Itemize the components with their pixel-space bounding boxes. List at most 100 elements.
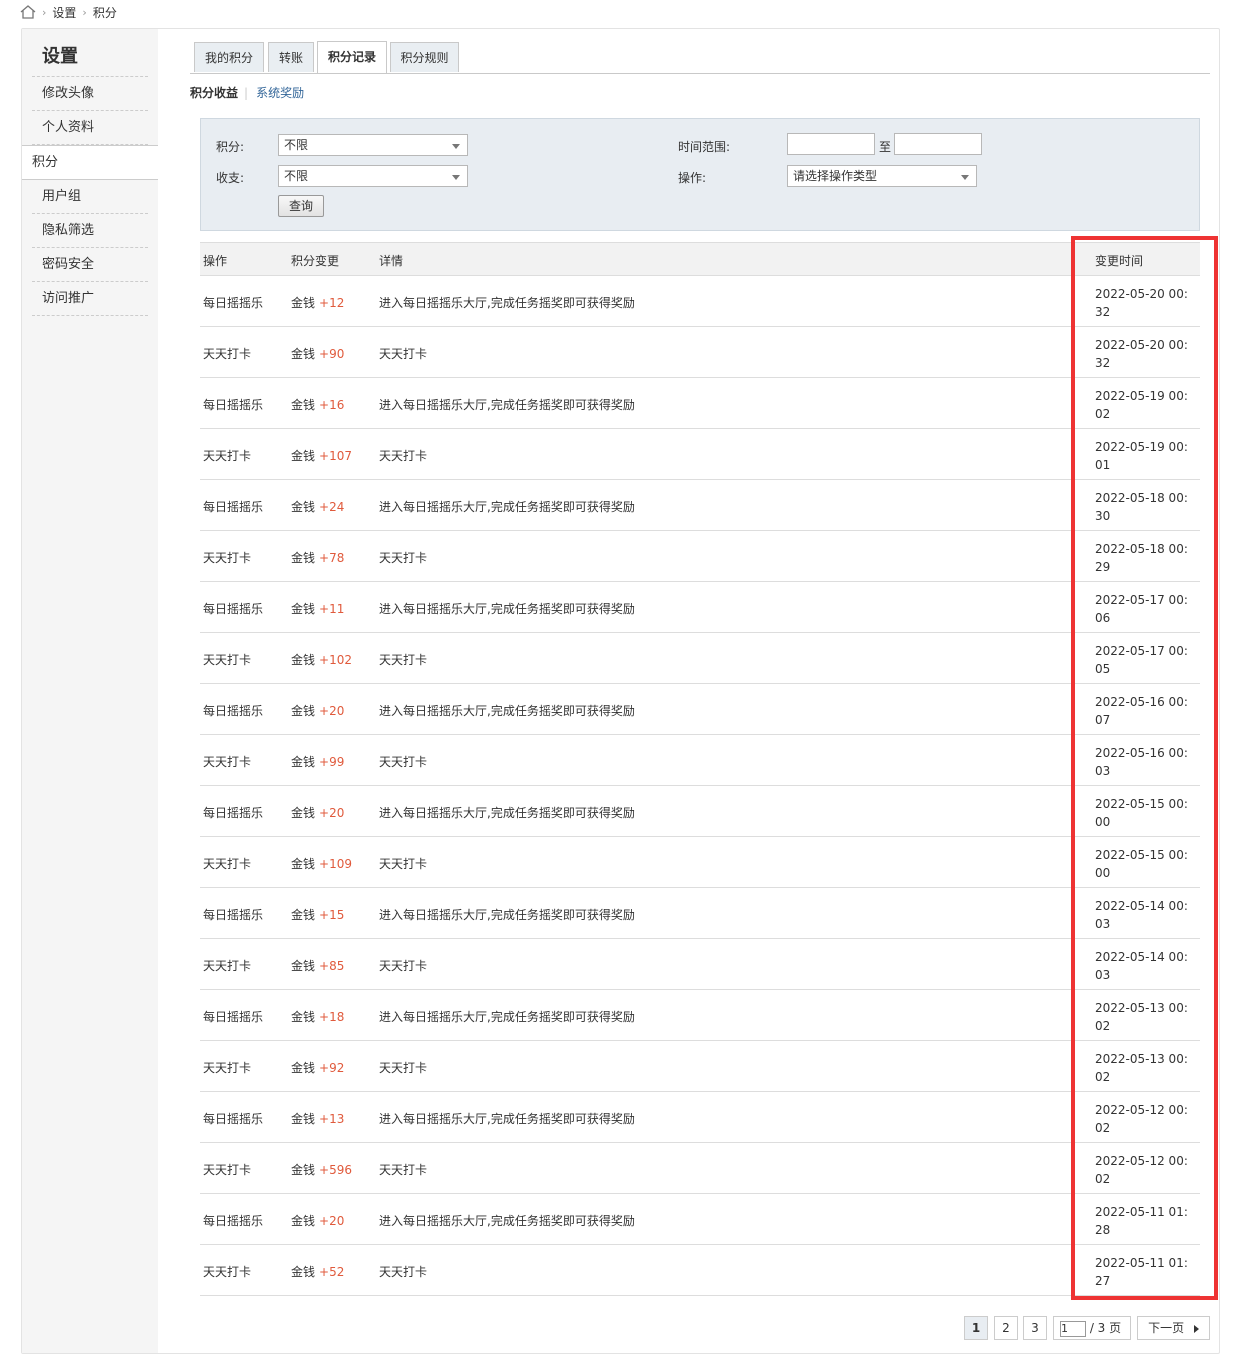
row-change: 金钱 +20 (291, 804, 344, 821)
row-change: 金钱 +99 (291, 753, 344, 770)
sidebar-item-password[interactable]: 密码安全 (32, 248, 148, 282)
operation-label: 操作: (678, 171, 707, 185)
row-change: 金钱 +24 (291, 498, 344, 515)
chevron-down-icon (452, 144, 460, 149)
row-operation: 天天打卡 (203, 1061, 252, 1075)
row-change: 金钱 +52 (291, 1263, 344, 1280)
time-start-input[interactable] (787, 133, 875, 155)
next-page-label: 下一页 (1148, 1321, 1185, 1335)
row-change: 金钱 +15 (291, 906, 344, 923)
tab-points-rules[interactable]: 积分规则 (390, 42, 459, 72)
home-icon[interactable] (20, 5, 36, 19)
row-time: 2022-05-18 00:29 (1095, 542, 1188, 574)
points-filter-label: 积分: (216, 140, 245, 154)
table-row: 天天打卡 金钱 +78 天天打卡 2022-05-18 00:29 (200, 531, 1200, 582)
row-change: 金钱 +13 (291, 1110, 344, 1127)
page-3-button[interactable]: 3 (1023, 1316, 1047, 1340)
row-amount: +85 (319, 959, 345, 973)
table-row: 每日摇摇乐 金钱 +20 进入每日摇摇乐大厅,完成任务摇奖即可获得奖励 2022-05-… (200, 1194, 1200, 1245)
time-end-input[interactable] (894, 133, 982, 155)
row-detail: 进入每日摇摇乐大厅,完成任务摇奖即可获得奖励 (379, 704, 635, 718)
row-amount: +20 (319, 704, 345, 718)
table-row: 每日摇摇乐 金钱 +18 进入每日摇摇乐大厅,完成任务摇奖即可获得奖励 2022-05-… (200, 990, 1200, 1041)
breadcrumb-points: 积分 (92, 5, 117, 20)
row-detail: 进入每日摇摇乐大厅,完成任务摇奖即可获得奖励 (379, 602, 635, 616)
row-time: 2022-05-19 00:01 (1095, 440, 1188, 472)
page-2-button[interactable]: 2 (994, 1316, 1018, 1340)
row-currency: 金钱 (291, 296, 316, 310)
row-change: 金钱 +107 (291, 447, 352, 464)
row-currency: 金钱 (291, 1265, 316, 1279)
row-currency: 金钱 (291, 602, 316, 616)
row-detail: 天天打卡 (379, 1163, 428, 1177)
subnav-system-reward[interactable]: 系统奖励 (256, 86, 304, 100)
row-amount: +15 (319, 908, 345, 922)
row-currency: 金钱 (291, 1163, 316, 1177)
row-time: 2022-05-11 01:28 (1095, 1205, 1188, 1237)
row-amount: +90 (319, 347, 345, 361)
main-content: 我的积分 转账 积分记录 积分规则 积分收益 | 系统奖励 积分: 不限 收支: 不… (190, 40, 1210, 1296)
row-detail: 天天打卡 (379, 653, 428, 667)
row-operation: 天天打卡 (203, 1163, 252, 1177)
row-currency: 金钱 (291, 551, 316, 565)
sidebar: 设置 修改头像 个人资料 积分 用户组 隐私筛选 密码安全 访问推广 (22, 29, 158, 1353)
row-operation: 天天打卡 (203, 857, 252, 871)
row-time: 2022-05-17 00:06 (1095, 593, 1188, 625)
page-jump-input[interactable]: 1 (1060, 1320, 1086, 1337)
income-filter-label: 收支: (216, 171, 245, 185)
table-row: 天天打卡 金钱 +107 天天打卡 2022-05-19 00:01 (200, 429, 1200, 480)
row-change: 金钱 +109 (291, 855, 352, 872)
tab-my-points[interactable]: 我的积分 (194, 42, 264, 72)
row-change: 金钱 +85 (291, 957, 344, 974)
next-page-button[interactable]: 下一页 (1137, 1316, 1210, 1340)
row-time: 2022-05-15 00:00 (1095, 797, 1188, 829)
table-row: 天天打卡 金钱 +99 天天打卡 2022-05-16 00:03 (200, 735, 1200, 786)
row-amount: +52 (319, 1265, 345, 1279)
row-amount: +109 (319, 857, 352, 871)
row-amount: +12 (319, 296, 345, 310)
row-time: 2022-05-18 00:30 (1095, 491, 1188, 523)
sidebar-item-profile[interactable]: 个人资料 (32, 111, 148, 145)
row-detail: 天天打卡 (379, 347, 428, 361)
sidebar-item-usergroup[interactable]: 用户组 (32, 180, 148, 214)
row-currency: 金钱 (291, 500, 316, 514)
row-currency: 金钱 (291, 704, 316, 718)
row-change: 金钱 +596 (291, 1161, 352, 1178)
row-change: 金钱 +12 (291, 294, 344, 311)
sidebar-item-referral[interactable]: 访问推广 (32, 282, 148, 316)
query-button[interactable]: 查询 (278, 195, 324, 217)
sidebar-item-avatar[interactable]: 修改头像 (32, 77, 148, 111)
tab-transfer[interactable]: 转账 (268, 42, 314, 72)
table-row: 每日摇摇乐 金钱 +16 进入每日摇摇乐大厅,完成任务摇奖即可获得奖励 2022-05-… (200, 378, 1200, 429)
operation-select[interactable]: 请选择操作类型 (787, 165, 977, 187)
row-time: 2022-05-11 01:27 (1095, 1256, 1188, 1288)
table-row: 每日摇摇乐 金钱 +11 进入每日摇摇乐大厅,完成任务摇奖即可获得奖励 2022-05-… (200, 582, 1200, 633)
points-select-value: 不限 (284, 138, 309, 152)
row-time: 2022-05-13 00:02 (1095, 1001, 1188, 1033)
subnav-income[interactable]: 积分收益 (190, 86, 238, 100)
header-detail: 详情 (379, 254, 404, 268)
breadcrumb-settings[interactable]: 设置 (52, 4, 76, 21)
row-operation: 每日摇摇乐 (203, 1214, 264, 1228)
header-time: 变更时间 (1095, 254, 1144, 268)
sidebar-item-points[interactable]: 积分 (22, 145, 158, 180)
header-operation: 操作 (203, 254, 228, 268)
triangle-right-icon (1193, 1324, 1199, 1333)
row-currency: 金钱 (291, 347, 316, 361)
sidebar-title: 设置 (32, 29, 148, 77)
tab-points-log[interactable]: 积分记录 (317, 41, 387, 73)
table-row: 每日摇摇乐 金钱 +15 进入每日摇摇乐大厅,完成任务摇奖即可获得奖励 2022-05-… (200, 888, 1200, 939)
operation-select-value: 请选择操作类型 (793, 169, 878, 183)
header-change: 积分变更 (291, 254, 340, 268)
row-amount: +20 (319, 806, 345, 820)
sidebar-item-privacy[interactable]: 隐私筛选 (32, 214, 148, 248)
points-select[interactable]: 不限 (278, 134, 468, 156)
chevron-right-icon: › (42, 5, 47, 19)
row-currency: 金钱 (291, 1112, 316, 1126)
row-detail: 天天打卡 (379, 755, 428, 769)
row-change: 金钱 +102 (291, 651, 352, 668)
table-row: 天天打卡 金钱 +52 天天打卡 2022-05-11 01:27 (200, 1245, 1200, 1296)
page-1-button[interactable]: 1 (964, 1316, 988, 1340)
income-select[interactable]: 不限 (278, 165, 468, 187)
row-currency: 金钱 (291, 959, 316, 973)
